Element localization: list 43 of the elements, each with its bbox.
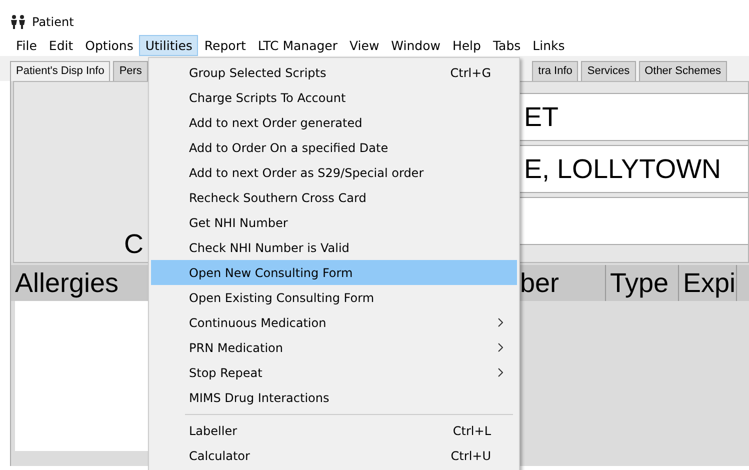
menu-item[interactable]: View	[344, 34, 386, 56]
column-header[interactable]: Expi	[679, 265, 737, 301]
menu-item[interactable]: PRN Medication	[151, 335, 517, 360]
menu-item[interactable]: Add to next Order generated	[151, 110, 517, 135]
tab[interactable]: Other Schemes	[638, 61, 727, 81]
field-label: C	[124, 229, 144, 260]
menu-item[interactable]: Get NHI Number	[151, 210, 517, 235]
menu-item[interactable]: File	[10, 34, 43, 56]
menu-item[interactable]: MIMS Drug Interactions	[151, 385, 517, 410]
menu-item[interactable]: Add to next Order as S29/Special order	[151, 160, 517, 185]
menu-item[interactable]: Utilities	[139, 34, 198, 56]
window-title: Patient	[32, 15, 74, 29]
menu-item[interactable]: Edit	[42, 34, 80, 56]
menu-item[interactable]: Report	[198, 34, 252, 56]
text-field[interactable]: ET	[519, 93, 748, 141]
menu-item[interactable]: Group Selected Scripts Ctrl+G	[151, 60, 517, 85]
menu-item[interactable]: Check NHI Number is Valid	[151, 235, 517, 260]
tab[interactable]: Patient's Disp Info	[10, 61, 110, 81]
menu-item[interactable]: Continuous Medication	[151, 310, 517, 335]
menu-item[interactable]: Calculator Ctrl+U	[151, 443, 517, 468]
tab[interactable]: tra Info	[532, 61, 578, 81]
menu-item[interactable]: Window	[385, 34, 446, 56]
menu-item[interactable]: Tabs	[486, 34, 527, 56]
chevron-right-icon	[498, 368, 503, 377]
people-icon	[10, 15, 26, 29]
menu-item[interactable]: Help	[446, 34, 487, 56]
chevron-right-icon	[498, 318, 503, 327]
tab[interactable]: Pers	[113, 61, 148, 81]
menu-item[interactable]: Stop Repeat	[151, 360, 517, 385]
menu-item[interactable]: Recheck Southern Cross Card	[151, 185, 517, 210]
menu-item[interactable]: Add to Order On a specified Date	[151, 135, 517, 160]
menu-item[interactable]: Open New Consulting Form	[151, 260, 517, 285]
tab[interactable]: Services	[581, 61, 636, 81]
chevron-right-icon	[498, 343, 503, 352]
text-field[interactable]: E, LOLLYTOWN	[519, 145, 748, 193]
menu-item[interactable]: Labeller Ctrl+L	[151, 418, 517, 443]
menu-item[interactable]: LTC Manager	[252, 34, 344, 56]
text-field[interactable]	[519, 197, 748, 245]
column-header[interactable]: Type	[606, 265, 679, 301]
menu-item[interactable]: Charge Scripts To Account	[151, 85, 517, 110]
menu-item[interactable]: Open Existing Consulting Form	[151, 285, 517, 310]
menu-item[interactable]: Options	[79, 34, 140, 56]
menu-item[interactable]: Links	[526, 34, 571, 56]
